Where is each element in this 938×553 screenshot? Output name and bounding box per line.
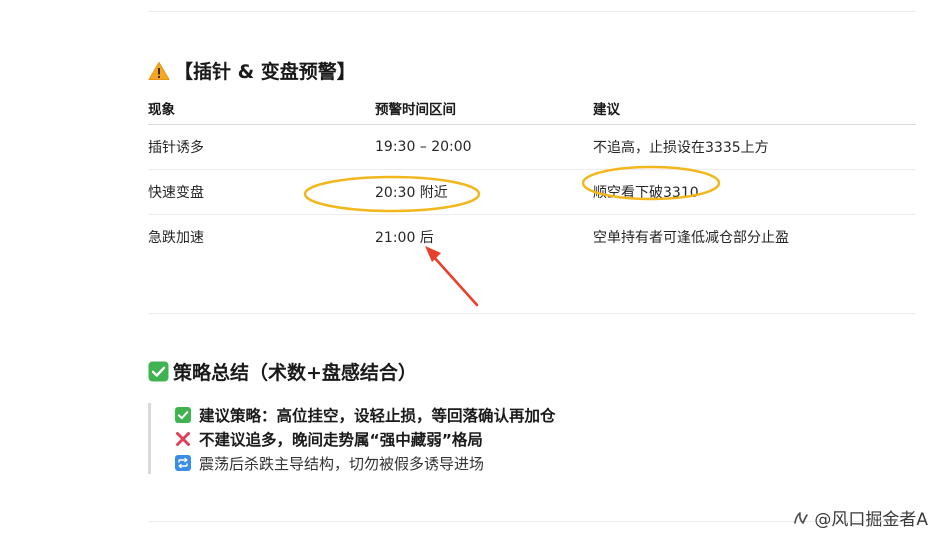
annotation-overlay bbox=[303, 165, 721, 307]
page: 【插针 & 变盘预警】 现象 预警时间区间 建议 插针诱多 19:30 – 20… bbox=[0, 0, 938, 553]
pointer-arrow bbox=[431, 254, 479, 307]
watermark-logo-icon bbox=[791, 508, 811, 528]
watermark: @风口掘金者A bbox=[791, 505, 928, 530]
highlight-ellipse bbox=[581, 165, 721, 201]
arrow-head bbox=[425, 246, 441, 262]
highlight-ellipse bbox=[303, 175, 481, 213]
watermark-text: @风口掘金者A bbox=[814, 510, 928, 530]
